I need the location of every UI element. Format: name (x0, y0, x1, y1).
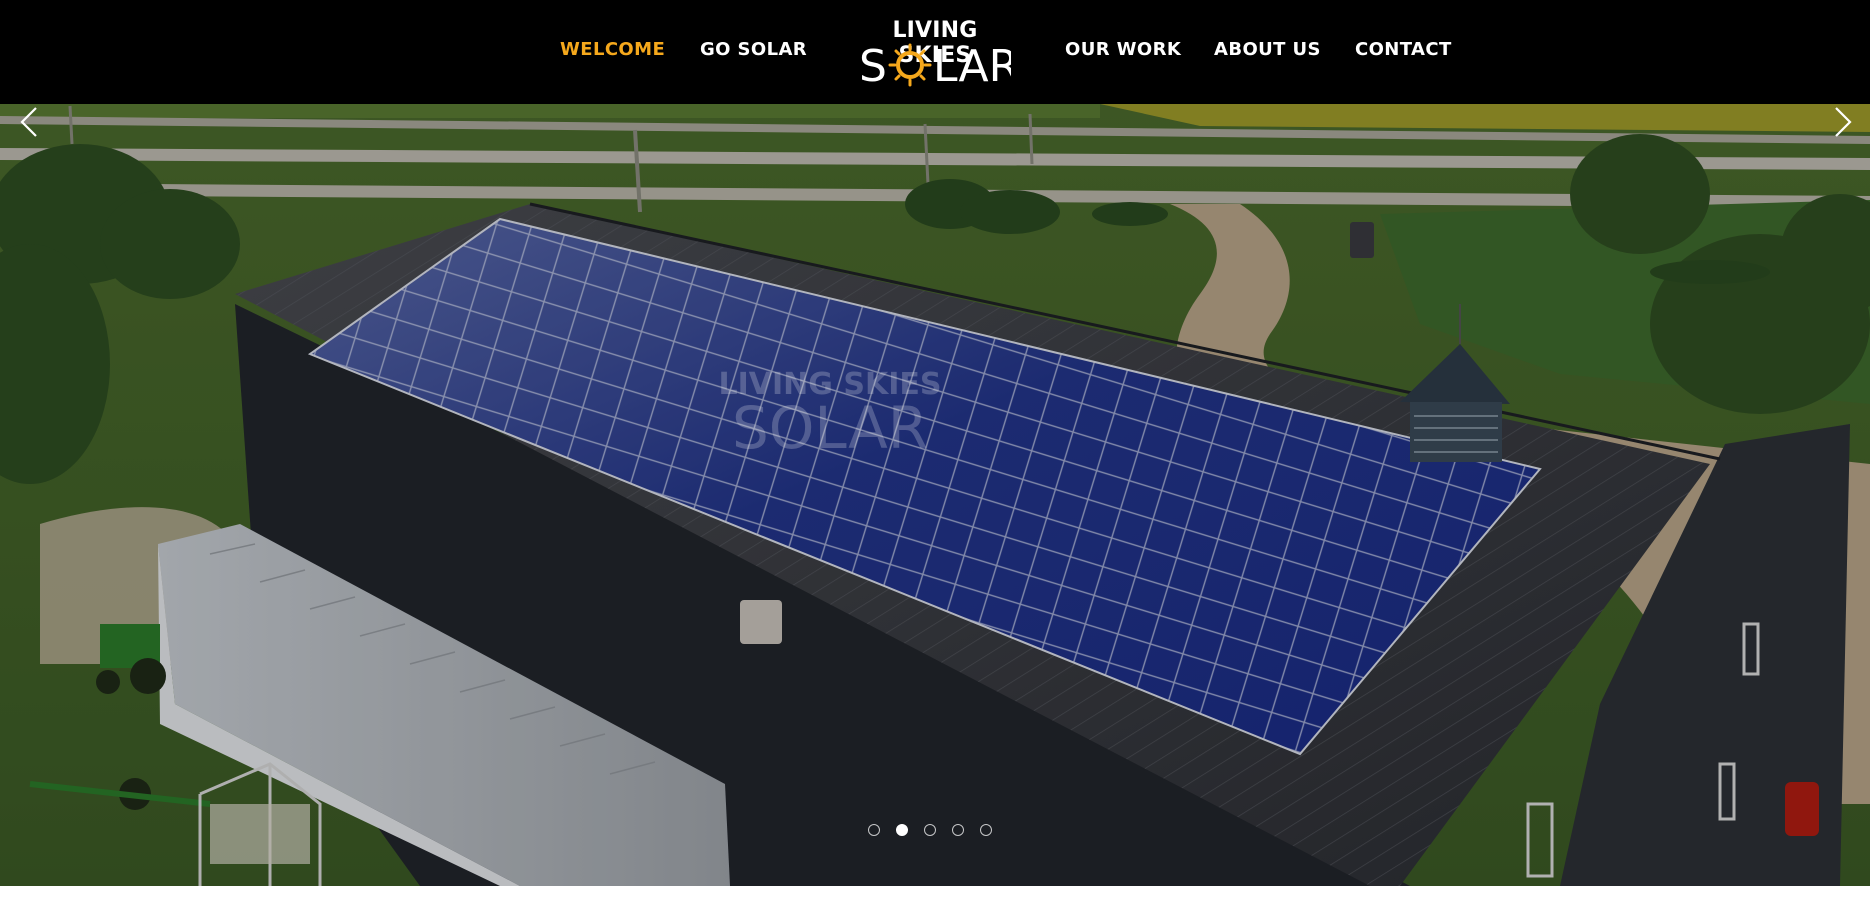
chevron-left-icon[interactable] (14, 104, 44, 140)
svg-text:S: S (859, 41, 887, 88)
logo-wordmark-solar: S LAR (859, 41, 1011, 88)
carousel-dot-2[interactable] (896, 824, 908, 836)
page-bottom-strip (0, 886, 1870, 900)
nav-welcome-link[interactable]: WELCOME (560, 39, 665, 60)
chevron-right-icon[interactable] (1828, 104, 1858, 140)
carousel-dot-4[interactable] (952, 824, 964, 836)
svg-text:SOLAR: SOLAR (732, 394, 928, 462)
nav-our-work-link[interactable]: OUR WORK (1065, 39, 1181, 60)
carousel-dot-5[interactable] (980, 824, 992, 836)
nav-contact-link[interactable]: CONTACT (1355, 39, 1452, 60)
nav-go-solar-link[interactable]: GO SOLAR (700, 39, 807, 60)
svg-text:LAR: LAR (933, 41, 1011, 88)
hero-image-solar-roof: LIVING SKIES SOLAR (0, 104, 1870, 886)
sun-icon (888, 43, 932, 87)
carousel-dot-1[interactable] (868, 824, 880, 836)
carousel-dot-3[interactable] (924, 824, 936, 836)
living-skies-solar-logo[interactable]: LIVING SKIES S LAR (855, 18, 1015, 88)
nav-about-us-link[interactable]: ABOUT US (1214, 39, 1321, 60)
hero-slideshow: LIVING SKIES SOLAR (0, 104, 1870, 886)
hero-watermark-logo: LIVING SKIES SOLAR (719, 367, 942, 462)
top-navigation-bar: WELCOME GO SOLAR LIVING SKIES S LAR OUR … (0, 0, 1870, 104)
